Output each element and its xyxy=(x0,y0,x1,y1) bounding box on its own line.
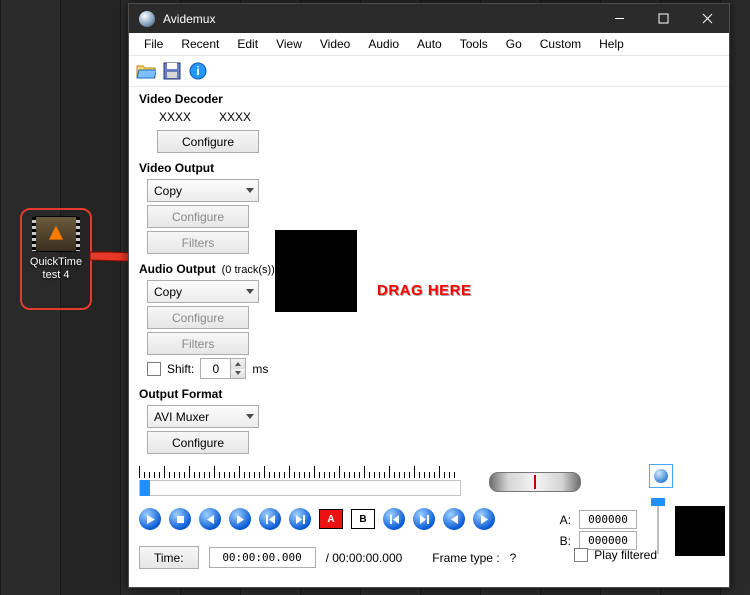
frame-type-value: ? xyxy=(510,551,517,565)
toolbar: i xyxy=(129,56,729,87)
minimize-button[interactable] xyxy=(597,4,641,33)
video-decoder-col2: XXXX xyxy=(219,110,251,124)
menu-auto[interactable]: Auto xyxy=(408,34,451,54)
app-icon xyxy=(139,11,155,27)
prev-black-frame-button[interactable] xyxy=(443,508,465,530)
video-output-combo[interactable]: Copy xyxy=(147,179,259,202)
video-decoder-title: Video Decoder xyxy=(139,92,729,106)
next-black-frame-button[interactable] xyxy=(473,508,495,530)
chevron-down-icon xyxy=(246,289,254,294)
svg-text:i: i xyxy=(196,64,199,78)
desktop-file-label: QuickTime test 4 xyxy=(22,256,90,282)
open-file-icon[interactable] xyxy=(135,60,157,82)
time-button[interactable]: Time: xyxy=(139,546,199,569)
video-file-icon xyxy=(35,216,77,252)
next-keyframe-button[interactable] xyxy=(289,508,311,530)
play-button[interactable] xyxy=(139,508,161,530)
menu-help[interactable]: Help xyxy=(590,34,633,54)
output-format-title: Output Format xyxy=(139,387,729,401)
audio-shift-label: Shift: xyxy=(167,362,194,376)
timeline-thumb[interactable] xyxy=(140,480,150,496)
prev-button[interactable] xyxy=(199,508,221,530)
audio-output-combo[interactable]: Copy xyxy=(147,280,259,303)
audio-output-header: Audio Output (0 track(s)) xyxy=(139,262,729,276)
menu-custom[interactable]: Custom xyxy=(531,34,590,54)
video-output-filters-button[interactable]: Filters xyxy=(147,231,249,254)
audio-shift-spin[interactable]: 0 xyxy=(200,358,246,379)
audio-output-filters-button[interactable]: Filters xyxy=(147,332,249,355)
video-preview-canvas[interactable] xyxy=(275,230,357,312)
prev-keyframe-button[interactable] xyxy=(259,508,281,530)
marker-a-label: A: xyxy=(560,513,571,527)
chevron-down-icon xyxy=(246,414,254,419)
close-button[interactable] xyxy=(685,4,729,33)
audio-shift-unit: ms xyxy=(252,362,268,376)
desktop-background: QuickTime test 4 Avidemux File Recent Ed… xyxy=(0,0,750,595)
time-field[interactable]: 00:00:00.000 xyxy=(209,547,316,568)
menu-go[interactable]: Go xyxy=(497,34,531,54)
spin-up-icon[interactable] xyxy=(231,359,245,369)
desktop-file-quicktime[interactable]: QuickTime test 4 xyxy=(20,208,92,310)
menu-tools[interactable]: Tools xyxy=(451,34,497,54)
set-marker-b-button[interactable]: B xyxy=(351,509,375,529)
menu-recent[interactable]: Recent xyxy=(172,34,228,54)
frame-type-label: Frame type : xyxy=(432,551,499,565)
timeline-track[interactable] xyxy=(139,480,461,496)
info-icon[interactable]: i xyxy=(187,60,209,82)
menu-file[interactable]: File xyxy=(135,34,172,54)
chevron-down-icon xyxy=(246,188,254,193)
window-title: Avidemux xyxy=(163,12,215,26)
menu-video[interactable]: Video xyxy=(311,34,359,54)
disc-icon xyxy=(654,469,668,483)
video-output-value: Copy xyxy=(154,184,182,198)
audio-output-configure-button[interactable]: Configure xyxy=(147,306,249,329)
app-window-avidemux: Avidemux File Recent Edit View Video Aud… xyxy=(128,3,730,588)
bottom-bar: Time: 00:00:00.000 / 00:00:00.000 Frame … xyxy=(139,546,719,569)
audio-output-value: Copy xyxy=(154,285,182,299)
video-decoder-configure-button[interactable]: Configure xyxy=(157,130,259,153)
marker-a-field[interactable]: 000000 xyxy=(579,510,637,529)
output-format-value: AVI Muxer xyxy=(154,410,209,424)
set-marker-a-button[interactable]: A xyxy=(319,509,343,529)
output-format-combo[interactable]: AVI Muxer xyxy=(147,405,259,428)
menu-view[interactable]: View xyxy=(267,34,311,54)
menubar: File Recent Edit View Video Audio Auto T… xyxy=(129,33,729,56)
next-button[interactable] xyxy=(229,508,251,530)
audio-output-tracks: (0 track(s)) xyxy=(222,264,275,276)
output-format-configure-button[interactable]: Configure xyxy=(147,431,249,454)
annotation-drag-here: DRAG HERE xyxy=(377,282,472,299)
timeline-ruler xyxy=(139,466,459,478)
goto-start-button[interactable] xyxy=(383,508,405,530)
menu-audio[interactable]: Audio xyxy=(359,34,408,54)
stop-button[interactable] xyxy=(169,508,191,530)
spin-down-icon[interactable] xyxy=(231,369,245,379)
jog-wheel[interactable] xyxy=(489,472,581,492)
menu-edit[interactable]: Edit xyxy=(228,34,267,54)
time-total: / 00:00:00.000 xyxy=(326,551,403,565)
titlebar[interactable]: Avidemux xyxy=(129,4,729,33)
audio-shift-checkbox[interactable] xyxy=(147,362,161,376)
save-icon[interactable] xyxy=(161,60,183,82)
goto-end-button[interactable] xyxy=(413,508,435,530)
refresh-preview-button[interactable] xyxy=(649,464,673,488)
video-output-title: Video Output xyxy=(139,161,729,175)
audio-shift-value: 0 xyxy=(201,362,230,376)
audio-output-title: Audio Output xyxy=(139,262,216,276)
video-output-configure-button[interactable]: Configure xyxy=(147,205,249,228)
video-decoder-col1: XXXX xyxy=(159,110,191,124)
maximize-button[interactable] xyxy=(641,4,685,33)
